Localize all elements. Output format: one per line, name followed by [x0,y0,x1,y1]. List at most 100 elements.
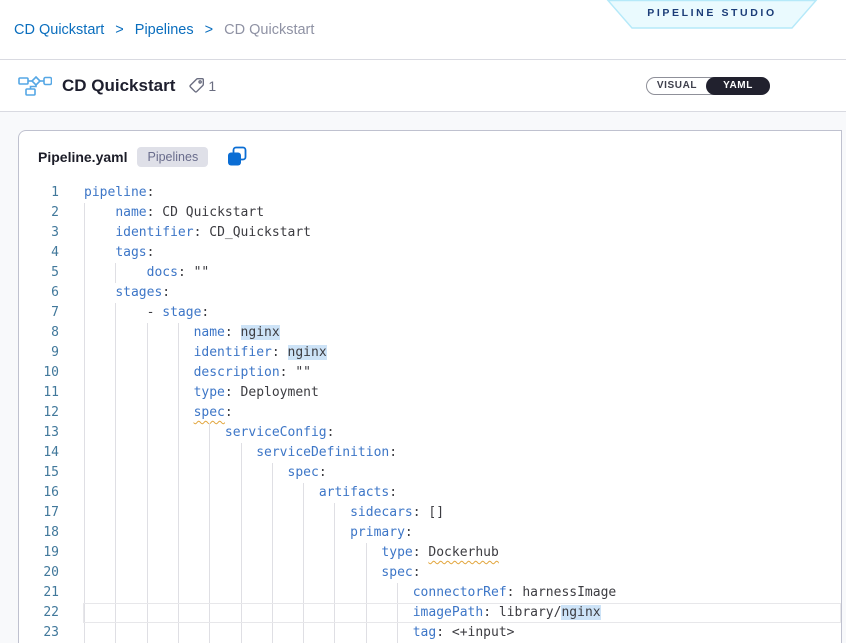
yaml-value: : [272,345,288,360]
yaml-line[interactable]: 4 tags: [19,243,841,263]
yaml-line[interactable]: 10 description: "" [19,363,841,383]
indent-guide [115,463,116,483]
yaml-line[interactable]: 20 spec: [19,563,841,583]
indent-guide [84,463,85,483]
indent-guide [209,423,210,443]
yaml-value: nginx [561,605,600,620]
indent-guide [334,503,335,523]
copy-icon[interactable] [226,146,248,168]
indent-guide [147,503,148,523]
yaml-line[interactable]: 23 tag: <+input> [19,623,841,643]
indent-guide [209,523,210,543]
yaml-line[interactable]: 11 type: Deployment [19,383,841,403]
breadcrumb-link-project[interactable]: CD Quickstart [14,22,104,38]
yaml-line-code[interactable]: - stage: [84,303,209,323]
indent-guide [178,523,179,543]
indent-guide [334,603,335,623]
yaml-line[interactable]: 8 name: nginx [19,323,841,343]
file-name: Pipeline.yaml [38,149,127,165]
indent-guide [241,563,242,583]
indent-guide [272,483,273,503]
indent-guide [334,563,335,583]
yaml-line[interactable]: 7 - stage: [19,303,841,323]
yaml-line-code[interactable]: artifacts: [84,483,397,503]
line-number: 5 [19,263,59,283]
yaml-line[interactable]: 16 artifacts: [19,483,841,503]
yaml-line-code[interactable]: primary: [84,523,413,543]
indent-guide [147,443,148,463]
yaml-toggle-button[interactable]: YAML [706,77,770,95]
yaml-line-code[interactable]: serviceConfig: [84,423,334,443]
yaml-line-code[interactable]: sidecars: [] [84,503,444,523]
yaml-key: connectorRef [413,585,507,600]
yaml-key: tags [115,245,146,260]
yaml-line-code[interactable]: description: "" [84,363,311,383]
indent-guide [84,583,85,603]
yaml-line[interactable]: 2 name: CD Quickstart [19,203,841,223]
yaml-value: : [194,225,210,240]
indent-guide [272,583,273,603]
visual-toggle-button[interactable]: VISUAL [647,78,707,94]
yaml-line-code[interactable]: identifier: nginx [84,343,327,363]
line-number: 2 [19,203,59,223]
yaml-key: identifier [115,225,193,240]
indent-guide [115,623,116,643]
yaml-editor[interactable]: 1pipeline:2 name: CD Quickstart3 identif… [19,183,841,643]
yaml-key: spec [381,565,412,580]
yaml-line[interactable]: 5 docs: "" [19,263,841,283]
yaml-line[interactable]: 3 identifier: CD_Quickstart [19,223,841,243]
yaml-line-code[interactable]: identifier: CD_Quickstart [84,223,311,243]
yaml-line[interactable]: 13 serviceConfig: [19,423,841,443]
yaml-value: : [225,325,241,340]
yaml-line-code[interactable]: imagePath: library/nginx [84,603,601,623]
indent-guide [115,363,116,383]
yaml-value: : [280,365,296,380]
line-number: 1 [19,183,59,203]
line-number: 3 [19,223,59,243]
yaml-line-code[interactable]: serviceDefinition: [84,443,397,463]
yaml-line-code[interactable]: docs: "" [84,263,209,283]
yaml-key: spec [288,465,319,480]
yaml-line-code[interactable]: type: Deployment [84,383,319,403]
indent-guide [147,603,148,623]
yaml-line-code[interactable]: name: nginx [84,323,280,343]
line-number: 18 [19,523,59,543]
yaml-line[interactable]: 15 spec: [19,463,841,483]
yaml-line-code[interactable]: stages: [84,283,170,303]
yaml-value: "" [295,365,311,380]
yaml-line-code[interactable]: spec: [84,563,421,583]
indent-guide [241,543,242,563]
yaml-line-code[interactable]: connectorRef: harnessImage [84,583,616,603]
yaml-line-code[interactable]: tags: [84,243,154,263]
indent-guide [178,463,179,483]
yaml-line[interactable]: 6 stages: [19,283,841,303]
yaml-line-code[interactable]: spec: [84,463,327,483]
yaml-line[interactable]: 22 imagePath: library/nginx [19,603,841,623]
yaml-value: : [405,525,413,540]
indent-guide [147,483,148,503]
yaml-line[interactable]: 9 identifier: nginx [19,343,841,363]
yaml-line-code[interactable]: spec: [84,403,233,423]
yaml-line[interactable]: 14 serviceDefinition: [19,443,841,463]
indent-guide [84,243,85,263]
yaml-line-code[interactable]: name: CD Quickstart [84,203,264,223]
yaml-line-code[interactable]: tag: <+input> [84,623,515,643]
yaml-line-code[interactable]: pipeline: [84,183,154,203]
indent-guide [115,303,116,323]
indent-guide [397,603,398,623]
yaml-line[interactable]: 18 primary: [19,523,841,543]
breadcrumb-separator: > [115,22,123,38]
yaml-line[interactable]: 12 spec: [19,403,841,423]
yaml-line[interactable]: 17 sidecars: [] [19,503,841,523]
indent-guide [84,623,85,643]
indent-guide [178,623,179,643]
yaml-line-code[interactable]: type: Dockerhub [84,543,499,563]
yaml-value: CD_Quickstart [209,225,311,240]
indent-guide [178,483,179,503]
yaml-line[interactable]: 19 type: Dockerhub [19,543,841,563]
indent-guide [84,503,85,523]
yaml-line[interactable]: 1 pipeline: [19,183,841,203]
yaml-line[interactable]: 21 connectorRef: harnessImage [19,583,841,603]
breadcrumb-link-pipelines[interactable]: Pipelines [135,22,194,38]
indent-guide [84,283,85,303]
